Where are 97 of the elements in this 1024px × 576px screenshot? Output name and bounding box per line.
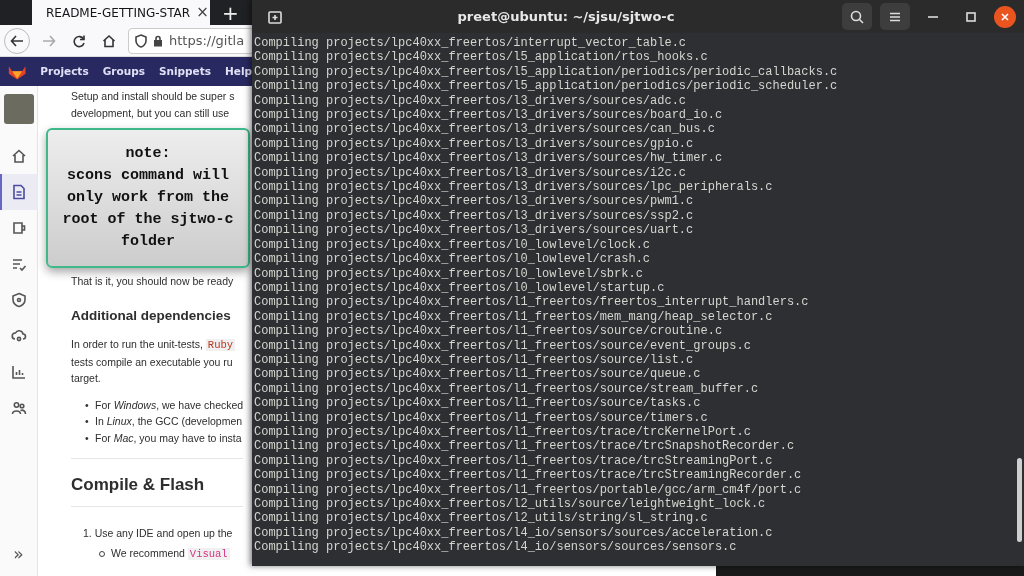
terminal-line: Compiling projects/lpc40xx_freertos/l3_drivers/sources/adc.c: [254, 93, 688, 109]
terminal-line: Compiling projects/lpc40xx_freertos/l1_freertos/source/timers.c: [254, 410, 709, 425]
nav-link[interactable]: Snippets: [158, 63, 211, 80]
paragraph-line: Setup and install should be super s: [71, 89, 236, 104]
minimize-icon: [928, 15, 938, 18]
shield-icon: [10, 292, 27, 308]
nav-link[interactable]: Groups: [102, 63, 145, 80]
inline-code: Ruby: [205, 339, 236, 351]
close-icon: [1000, 11, 1010, 22]
home-icon: [102, 33, 116, 48]
note-title: note:: [125, 144, 171, 164]
terminal-line: Compiling projects/lpc40xx_freertos/interrupt_vector_table.c: [254, 36, 688, 51]
terminal-line: Compiling projects/lpc40xx_freertos/l1_freertos/source/list.c: [254, 352, 695, 368]
terminal-line: Compiling projects/lpc40xx_freertos/l5_application/rtos_hooks.c: [254, 50, 709, 65]
terminal-line: Compiling projects/lpc40xx_freertos/l4_io/sensors/sources/acceleration.c: [254, 525, 774, 541]
new-tab-icon: [268, 9, 282, 24]
new-tab-button[interactable]: +: [220, 3, 241, 25]
sidebar-item[interactable]: [0, 174, 38, 210]
forward-arrow-icon: [42, 33, 56, 48]
checklist-icon: [10, 256, 27, 272]
terminal-line: Compiling projects/lpc40xx_freertos/l0_lowlevel/sbrk.c: [254, 266, 644, 281]
bar-chart-icon: [10, 364, 27, 380]
note-line: only work from the: [67, 188, 229, 208]
bullet-item: In Linux, the GCC (developmen: [95, 415, 243, 427]
terminal-line: Compiling projects/lpc40xx_freertos/l4_io/sensors/sources/sensors.c: [254, 540, 738, 555]
terminal-line: Compiling projects/lpc40xx_freertos/l3_drivers/sources/lpc_peripherals.c: [254, 180, 774, 195]
address-field[interactable]: https://gitla: [128, 27, 252, 54]
nav-link[interactable]: Help: [224, 63, 252, 80]
paragraph-line: tests compile an executable you ru: [71, 354, 234, 370]
terminal-line: Compiling projects/lpc40xx_freertos/l1_freertos/source/croutine.c: [254, 324, 724, 339]
terminal-line: Compiling projects/lpc40xx_freertos/l3_drivers/sources/pwm1.c: [254, 194, 695, 209]
terminal-line: Compiling projects/lpc40xx_freertos/l0_lowlevel/startup.c: [254, 280, 666, 296]
document-icon: [10, 184, 27, 200]
terminal-line: Compiling projects/lpc40xx_freertos/l3_drivers/sources/board_io.c: [254, 108, 724, 123]
search-icon: [850, 9, 864, 24]
inline-code: Visual: [187, 548, 230, 560]
collapse-sidebar-button[interactable]: »: [7, 540, 30, 568]
bullet-marker: •: [85, 397, 90, 413]
section-heading: Compile & Flash: [71, 477, 206, 494]
terminal-line: Compiling projects/lpc40xx_freertos/l1_freertos/trace/trcStreamingRecorder.c: [254, 468, 803, 483]
terminal-line: Compiling projects/lpc40xx_freertos/l1_freertos/trace/trcSnapshotRecorder.c: [254, 439, 796, 454]
terminal-line: Compiling projects/lpc40xx_freertos/l5_application/periodics/periodic_scheduler.c: [254, 79, 839, 94]
step-text: Use any IDE and open up the: [94, 526, 233, 539]
terminal-line: Compiling projects/lpc40xx_freertos/l1_freertos/mem_mang/heap_selector.c: [254, 309, 774, 325]
bullet-item: For Mac, you may have to insta: [95, 431, 242, 444]
paragraph-line: That is it, you should now be ready: [71, 274, 235, 289]
terminal-line: Compiling projects/lpc40xx_freertos/l2_utils/source/leightweight_lock.c: [254, 497, 767, 512]
back-arrow-icon: [10, 33, 24, 48]
terminal-line: Compiling projects/lpc40xx_freertos/l1_freertos/trace/trcStreamingPort.c: [254, 453, 774, 469]
terminal-line: Compiling projects/lpc40xx_freertos/l1_freertos/portable/gcc/arm_cm4f/port.c: [254, 482, 803, 497]
terminal-line: Compiling projects/lpc40xx_freertos/l1_freertos/source/tasks.c: [254, 396, 702, 411]
window-title: preet@ubuntu: ~/sjsu/sjtwo-c: [456, 7, 676, 26]
terminal-line: Compiling projects/lpc40xx_freertos/l1_freertos/source/queue.c: [254, 367, 702, 382]
terminal-line: Compiling projects/lpc40xx_freertos/l2_utils/string/sl_string.c: [254, 511, 709, 526]
step-number: 1.: [83, 526, 93, 539]
lock-icon: [153, 34, 163, 47]
paragraph-line: In order to run the unit-tests,: [71, 338, 204, 350]
users-icon: [10, 400, 27, 416]
terminal-line: Compiling projects/lpc40xx_freertos/l3_drivers/sources/i2c.c: [254, 165, 688, 181]
terminal-line: Compiling projects/lpc40xx_freertos/l3_drivers/sources/hw_timer.c: [254, 151, 724, 166]
sub-step-text: We recommend: [111, 547, 186, 559]
note-line: root of the sjtwo-c: [62, 210, 234, 230]
bullet-marker: •: [85, 430, 90, 446]
terminal-line: Compiling projects/lpc40xx_freertos/l0_lowlevel/clock.c: [254, 237, 652, 253]
terminal-line: Compiling projects/lpc40xx_freertos/l3_drivers/sources/gpio.c: [254, 136, 695, 152]
cloud-icon: [10, 328, 27, 344]
terminal-line: Compiling projects/lpc40xx_freertos/l3_drivers/sources/can_bus.c: [254, 122, 716, 137]
mug-icon: [10, 220, 27, 236]
url-text: https://gitla: [169, 31, 245, 50]
search-button[interactable]: [842, 3, 872, 30]
terminal-line: Compiling projects/lpc40xx_freertos/l1_freertos/trace/trcKernelPort.c: [254, 424, 752, 440]
close-button[interactable]: [994, 5, 1016, 28]
section-heading: Additional dependencies: [71, 307, 232, 324]
tab-title: README-GETTING-STAR: [46, 4, 191, 22]
nav-link[interactable]: Projects: [40, 63, 89, 80]
note-line: folder: [121, 232, 175, 252]
paragraph-line: development, but you can still use: [71, 105, 231, 121]
maximize-icon: [965, 10, 977, 23]
terminal-line: Compiling projects/lpc40xx_freertos/l1_freertos/freertos_interrupt_handlers.c: [254, 295, 810, 310]
reload-icon: [72, 33, 86, 48]
shield-icon: [135, 33, 147, 48]
terminal-line: Compiling projects/lpc40xx_freertos/l1_freertos/source/stream_buffer.c: [254, 381, 760, 397]
menu-button[interactable]: [880, 3, 910, 30]
paragraph-line: target.: [71, 371, 102, 386]
project-avatar[interactable]: [3, 94, 34, 124]
terminal-line: Compiling projects/lpc40xx_freertos/l3_drivers/sources/uart.c: [254, 223, 695, 238]
terminal-line: Compiling projects/lpc40xx_freertos/l0_lowlevel/crash.c: [254, 252, 652, 267]
home-icon: [10, 148, 27, 164]
bullet-marker: •: [85, 414, 90, 429]
terminal-line: Compiling projects/lpc40xx_freertos/l5_application/periodics/periodic_callbacks.c: [254, 64, 839, 80]
scrollbar-thumb[interactable]: [1017, 458, 1022, 542]
close-tab-button[interactable]: ×: [196, 5, 209, 20]
terminal-line: Compiling projects/lpc40xx_freertos/l3_drivers/sources/ssp2.c: [254, 208, 695, 224]
browser-tab[interactable]: README-GETTING-STAR ×: [32, 0, 210, 25]
note-line: scons command will: [67, 166, 229, 186]
terminal-line: Compiling projects/lpc40xx_freertos/l1_freertos/source/event_groups.c: [254, 338, 752, 353]
bullet-item: For Windows, we have checked: [95, 398, 244, 411]
